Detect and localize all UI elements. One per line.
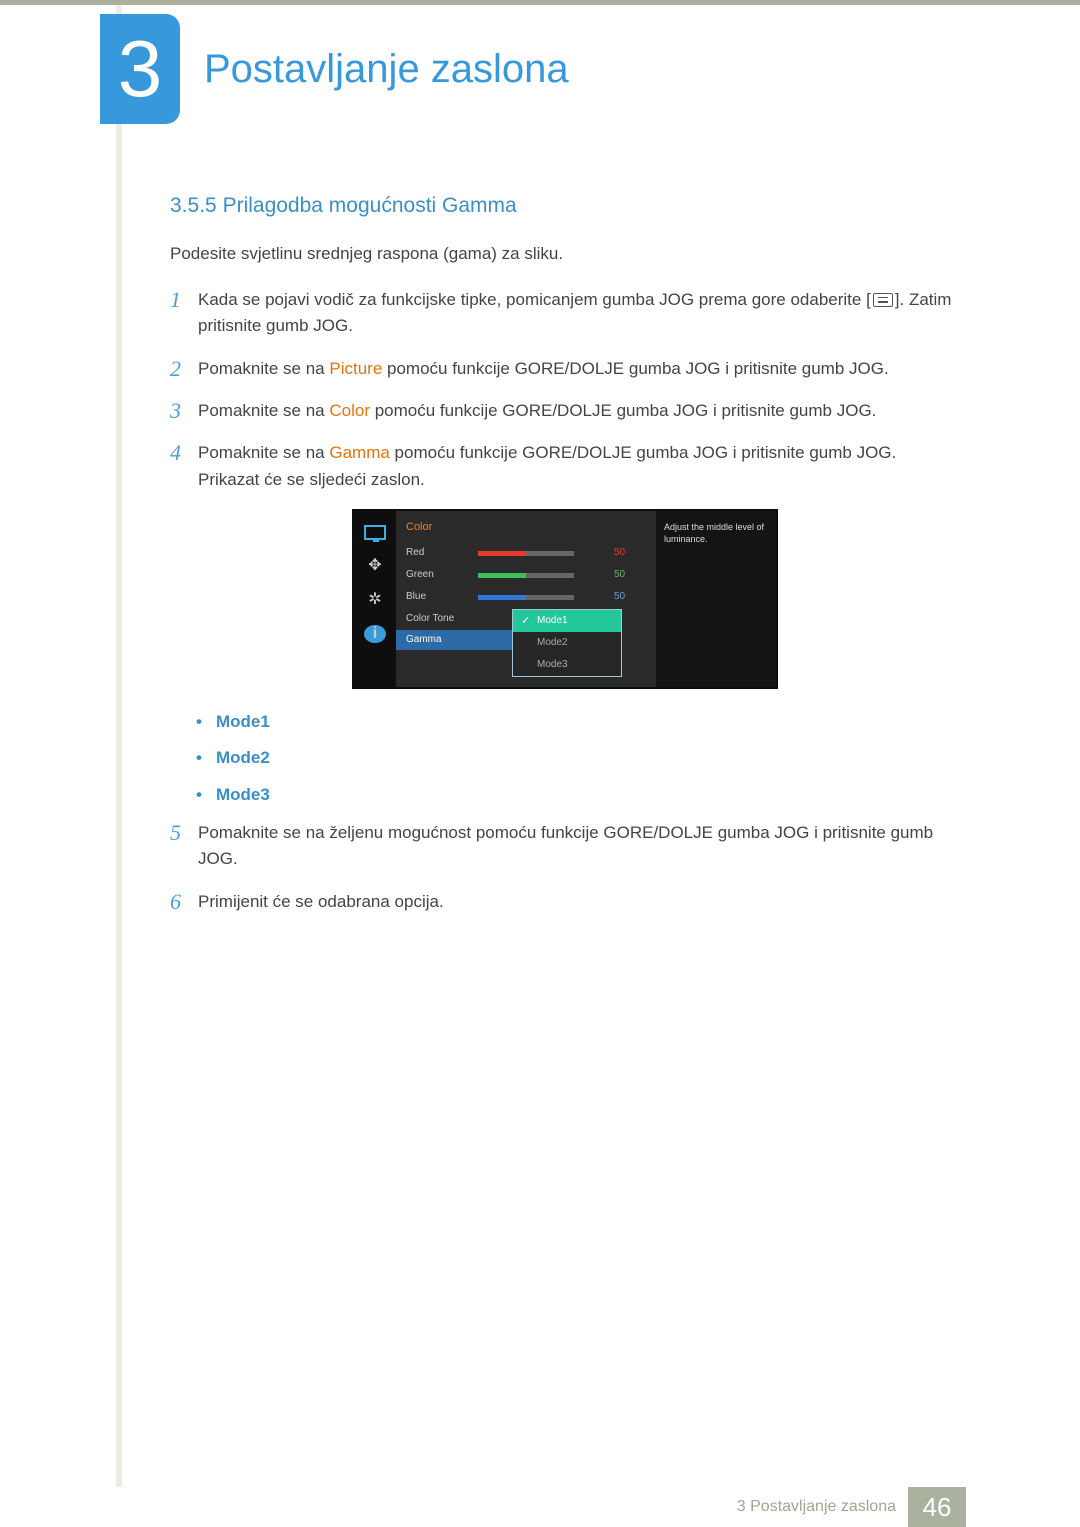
step-list: 1 Kada se pojavi vodič za funkcijske tip…	[170, 287, 962, 493]
section-title: Prilagodba mogućnosti Gamma	[223, 194, 517, 217]
mode-bullet-2: Mode2	[196, 745, 962, 771]
mode-bullet-3: Mode3	[196, 782, 962, 808]
osd-value-green: 50	[614, 567, 638, 583]
info-icon: i	[364, 625, 386, 643]
step-list-continued: 5 Pomaknite se na željenu mogućnost pomo…	[170, 820, 962, 915]
step-number: 4	[170, 440, 198, 493]
osd-label-colortone: Color Tone	[406, 611, 478, 627]
step-number: 5	[170, 820, 198, 873]
osd-value-red: 50	[614, 545, 638, 561]
step-5: 5 Pomaknite se na željenu mogućnost pomo…	[170, 820, 962, 873]
section-heading: 3.5.5 Prilagodba mogućnosti Gamma	[170, 190, 962, 223]
osd-bar-green	[478, 573, 574, 578]
step-body: Primijenit će se odabrana opcija.	[198, 889, 962, 915]
step-number: 2	[170, 356, 198, 382]
step-number: 6	[170, 889, 198, 915]
chapter-badge: 3	[100, 14, 180, 124]
step-number: 3	[170, 398, 198, 424]
step-3: 3 Pomaknite se na Color pomoću funkcije …	[170, 398, 962, 424]
step-body: Pomaknite se na Gamma pomoću funkcije GO…	[198, 440, 962, 493]
mode-bullet-list: Mode1 Mode2 Mode3	[196, 709, 962, 808]
monitor-icon	[364, 523, 386, 541]
step-number: 1	[170, 287, 198, 340]
chapter-number: 3	[118, 29, 163, 109]
osd-row-gamma-selected: Gamma	[396, 630, 516, 650]
page-top-border	[0, 0, 1080, 5]
step-body: Kada se pojavi vodič za funkcijske tipke…	[198, 287, 962, 340]
chapter-title: Postavljanje zaslona	[204, 38, 569, 100]
osd-screenshot: ✥ ✲ i Color Red 50 Green 50 Blue 50 Col	[352, 509, 778, 689]
page-content: 3.5.5 Prilagodba mogućnosti Gamma Podesi…	[170, 190, 962, 931]
step-4: 4 Pomaknite se na Gamma pomoću funkcije …	[170, 440, 962, 493]
section-number: 3.5.5	[170, 194, 217, 217]
term-color: Color	[329, 401, 370, 420]
page-left-accent	[116, 5, 122, 1487]
osd-label-gamma: Gamma	[406, 632, 442, 648]
menu-icon	[873, 293, 893, 307]
step-2: 2 Pomaknite se na Picture pomoću funkcij…	[170, 356, 962, 382]
footer-page-number: 46	[908, 1487, 966, 1527]
osd-row-blue: Blue 50	[406, 586, 656, 608]
mode-bullet-1: Mode1	[196, 709, 962, 735]
osd-dropdown-mode1: Mode1	[513, 610, 621, 632]
osd-gamma-dropdown: Mode1 Mode2 Mode3	[512, 609, 622, 677]
osd-label-blue: Blue	[406, 589, 478, 605]
step-body: Pomaknite se na Color pomoću funkcije GO…	[198, 398, 962, 424]
footer-text: 3 Postavljanje zaslona	[737, 1495, 896, 1520]
osd-label-green: Green	[406, 567, 478, 583]
osd-value-blue: 50	[614, 589, 638, 605]
osd-menu-title: Color	[406, 519, 656, 536]
osd-dropdown-mode3: Mode3	[513, 654, 621, 676]
osd-dropdown-mode2: Mode2	[513, 632, 621, 654]
osd-main-panel: Color Red 50 Green 50 Blue 50 Color Tone…	[396, 511, 656, 687]
step-body: Pomaknite se na željenu mogućnost pomoću…	[198, 820, 962, 873]
page-footer: 3 Postavljanje zaslona 46	[0, 1487, 1080, 1527]
osd-bar-blue	[478, 595, 574, 600]
term-gamma: Gamma	[329, 443, 389, 462]
osd-bar-red	[478, 551, 574, 556]
osd-help-panel: Adjust the middle level of luminance.	[656, 511, 776, 687]
step-1: 1 Kada se pojavi vodič za funkcijske tip…	[170, 287, 962, 340]
step-body: Pomaknite se na Picture pomoću funkcije …	[198, 356, 962, 382]
intro-text: Podesite svjetlinu srednjeg raspona (gam…	[170, 241, 962, 267]
osd-row-red: Red 50	[406, 542, 656, 564]
gear-icon: ✲	[364, 591, 386, 609]
osd-row-green: Green 50	[406, 564, 656, 586]
osd-label-red: Red	[406, 545, 478, 561]
step-6: 6 Primijenit će se odabrana opcija.	[170, 889, 962, 915]
move-icon: ✥	[364, 557, 386, 575]
osd-sidebar: ✥ ✲ i	[354, 511, 396, 687]
term-picture: Picture	[329, 359, 382, 378]
